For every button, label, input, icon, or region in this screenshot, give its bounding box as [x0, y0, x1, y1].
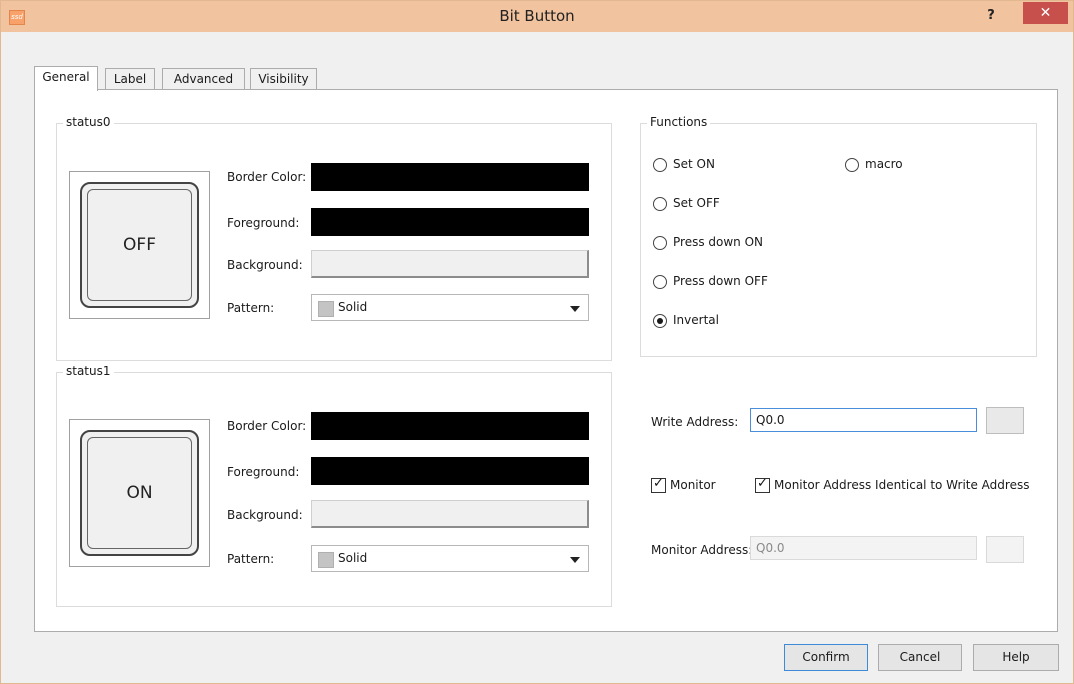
status0-background-label: Background: [227, 258, 303, 272]
status0-pattern-label: Pattern: [227, 301, 275, 315]
tab-general[interactable]: General [34, 66, 98, 91]
status1-border-color-swatch[interactable] [311, 412, 589, 440]
status1-border-color-label: Border Color: [227, 419, 307, 433]
dropdown-arrow-icon [570, 557, 580, 563]
checkbox-icon: ✓ [755, 476, 770, 493]
functions-group: Functions Set ON macro Set OFF Press dow… [640, 115, 1037, 357]
window-title: Bit Button [499, 7, 575, 25]
radio-circle-icon [653, 275, 667, 289]
status0-preview-text: OFF [123, 235, 156, 255]
status0-preview: OFF [69, 171, 210, 319]
status1-pattern-value: Solid [338, 551, 368, 565]
write-address-browse-button[interactable] [986, 407, 1024, 434]
status1-title: status1 [63, 364, 114, 378]
status1-pattern-select[interactable]: Solid [311, 545, 589, 572]
close-icon[interactable]: ✕ [1023, 2, 1068, 24]
status0-foreground-swatch[interactable] [311, 208, 589, 236]
status0-foreground-label: Foreground: [227, 216, 300, 230]
status1-background-swatch[interactable] [311, 500, 589, 528]
pattern-swatch-icon [318, 301, 334, 317]
general-panel: status0 OFF Border Color: Foreground: Ba… [34, 89, 1058, 632]
radio-circle-icon [653, 158, 667, 172]
status1-preview: ON [69, 419, 210, 567]
status0-border-color-swatch[interactable] [311, 163, 589, 191]
confirm-button[interactable]: Confirm [784, 644, 868, 671]
radio-circle-icon [653, 236, 667, 250]
monitor-address-label: Monitor Address: [651, 543, 753, 557]
write-address-input[interactable]: Q0.0 [750, 408, 977, 432]
status0-title: status0 [63, 115, 114, 129]
pattern-swatch-icon [318, 552, 334, 568]
bit-button-dialog: ssd Bit Button ? ✕ General Label Advance… [0, 0, 1074, 684]
status0-preview-button: OFF [80, 182, 199, 308]
radio-circle-icon [653, 314, 667, 328]
write-address-label: Write Address: [651, 415, 739, 429]
title-bar[interactable]: ssd Bit Button ? ✕ [1, 1, 1073, 32]
radio-circle-icon [845, 158, 859, 172]
status1-pattern-label: Pattern: [227, 552, 275, 566]
status1-group: status1 ON Border Color: Foreground: Bac… [56, 364, 612, 607]
radio-circle-icon [653, 197, 667, 211]
dropdown-arrow-icon [570, 306, 580, 312]
help-button[interactable]: Help [973, 644, 1059, 671]
checkbox-icon: ✓ [651, 476, 666, 493]
tab-visibility[interactable]: Visibility [250, 68, 317, 90]
monitor-address-input[interactable]: Q0.0 [750, 536, 977, 560]
cancel-button[interactable]: Cancel [878, 644, 962, 671]
status1-foreground-label: Foreground: [227, 465, 300, 479]
status1-foreground-swatch[interactable] [311, 457, 589, 485]
status1-background-label: Background: [227, 508, 303, 522]
status1-preview-text: ON [126, 483, 153, 503]
tab-label[interactable]: Label [105, 68, 155, 90]
status0-background-swatch[interactable] [311, 250, 589, 278]
help-question-icon[interactable]: ? [979, 5, 1003, 27]
status0-pattern-value: Solid [338, 300, 368, 314]
tab-advanced[interactable]: Advanced [162, 68, 245, 90]
monitor-address-browse-button[interactable] [986, 536, 1024, 563]
status0-pattern-select[interactable]: Solid [311, 294, 589, 321]
functions-title: Functions [647, 115, 711, 129]
status0-border-color-label: Border Color: [227, 170, 307, 184]
status0-group: status0 OFF Border Color: Foreground: Ba… [56, 115, 612, 361]
status1-preview-button: ON [80, 430, 199, 556]
